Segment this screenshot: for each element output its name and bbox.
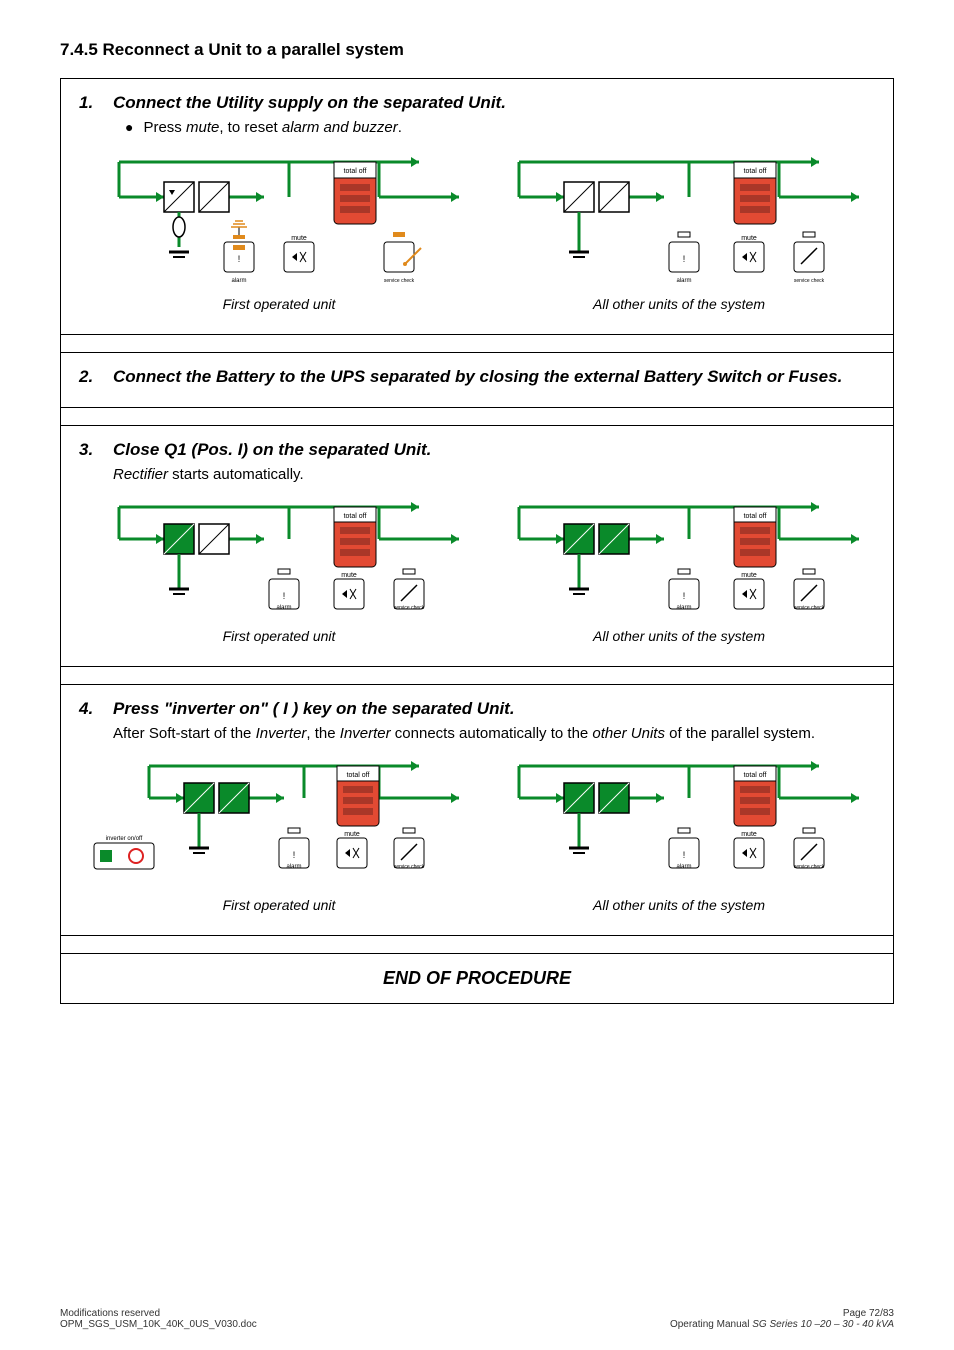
section-heading: 7.4.5 Reconnect a Unit to a parallel sys… [60, 40, 894, 60]
spacer-3 [61, 667, 893, 685]
step-1-caption-right: All other units of the system [593, 296, 765, 312]
step-1-diagram-right: ! alarm total off [489, 142, 869, 292]
svg-text:total off: total off [347, 772, 370, 779]
svg-text:service check: service check [794, 278, 825, 284]
step-4-caption-right: All other units of the system [593, 897, 765, 913]
step-4-title: Press "inverter on" ( I ) key on the sep… [113, 699, 875, 719]
svg-text:!: ! [683, 254, 686, 264]
svg-text:alarm: alarm [286, 864, 301, 870]
step-1-title: Connect the Utility supply on the separa… [113, 93, 875, 113]
svg-text:!: ! [238, 254, 241, 264]
svg-text:!: ! [283, 591, 286, 601]
step-4-inverter-2: Inverter [340, 725, 391, 742]
svg-text:service check: service check [384, 278, 415, 284]
svg-text:service check: service check [394, 864, 425, 870]
svg-text:mute: mute [741, 572, 757, 579]
step-3-caption-right: All other units of the system [593, 628, 765, 644]
svg-text:total off: total off [744, 513, 767, 520]
step-2-header: 2. Connect the Battery to the UPS separa… [61, 353, 893, 408]
step-3-diagram-right: ! alarm total off [489, 489, 869, 624]
step-4-inverter-1: Inverter [256, 725, 307, 742]
end-of-procedure: END OF PROCEDURE [61, 954, 893, 1003]
footer-left-1: Modifications reserved [60, 1308, 257, 1319]
step-4-sub: After Soft-start of the Inverter, the In… [113, 725, 875, 742]
footer-left-2: OPM_SGS_USM_10K_40K_0US_V030.doc [60, 1319, 257, 1330]
svg-text:service check: service check [794, 605, 825, 611]
step-3-diagram-left: ! alarm total off [89, 489, 469, 624]
step-1-bullet-pre: Press [143, 119, 186, 136]
step-3-sub-post: starts automatically. [168, 466, 304, 483]
bullet-icon: ● [125, 119, 133, 136]
step-2-title: Connect the Battery to the UPS separated… [113, 367, 875, 387]
step-3-title: Close Q1 (Pos. I) on the separated Unit. [113, 440, 875, 460]
step-3-rectifier: Rectifier [113, 466, 168, 483]
step-1-number: 1. [79, 93, 99, 136]
page-footer: Modifications reserved OPM_SGS_USM_10K_4… [60, 1308, 894, 1330]
step-1-diagram-left: ! alarm total off [89, 142, 469, 292]
svg-text:!: ! [293, 850, 296, 860]
svg-text:mute: mute [341, 572, 357, 579]
step-4-other-units: other Units [592, 725, 665, 742]
step-2-number: 2. [79, 367, 99, 393]
step-3-sub: Rectifier starts automatically. [113, 466, 875, 483]
svg-text:mute: mute [291, 235, 307, 242]
step-4-sub-mid1: , the [306, 725, 339, 742]
svg-text:mute: mute [741, 831, 757, 838]
step-1-bullet: ● Press mute, to reset alarm and buzzer. [125, 119, 875, 136]
step-4-sub-pre: After Soft-start of the [113, 725, 256, 742]
step-1-header: 1. Connect the Utility supply on the sep… [61, 79, 893, 335]
step-1-bullet-post: . [398, 119, 402, 136]
svg-text:alarm: alarm [676, 605, 691, 611]
step-3-caption-left: First operated unit [223, 628, 336, 644]
step-1-bullet-ab: alarm and buzzer [282, 119, 398, 136]
svg-text:alarm: alarm [276, 605, 291, 611]
footer-right-2: Operating Manual SG Series 10 –20 – 30 -… [670, 1319, 894, 1330]
svg-text:mute: mute [344, 831, 360, 838]
svg-text:total off: total off [744, 772, 767, 779]
step-1-bullet-mid: , to reset [219, 119, 282, 136]
svg-text:alarm: alarm [231, 278, 246, 284]
spacer-4 [61, 936, 893, 954]
svg-text:mute: mute [741, 235, 757, 242]
svg-text:alarm: alarm [676, 864, 691, 870]
svg-text:total off: total off [344, 513, 367, 520]
step-4-header: 4. Press "inverter on" ( I ) key on the … [61, 685, 893, 936]
step-3-number: 3. [79, 440, 99, 483]
svg-text:inverter on/off: inverter on/off [106, 836, 143, 842]
svg-text:service check: service check [794, 864, 825, 870]
step-4-sub-post: of the parallel system. [665, 725, 815, 742]
step-4-caption-left: First operated unit [223, 897, 336, 913]
svg-text:!: ! [683, 591, 686, 601]
step-3-header: 3. Close Q1 (Pos. I) on the separated Un… [61, 426, 893, 667]
step-1-caption-left: First operated unit [223, 296, 336, 312]
svg-text:total off: total off [344, 168, 367, 175]
spacer-2 [61, 408, 893, 426]
svg-text:!: ! [683, 850, 686, 860]
step-4-sub-mid2: connects automatically to the [391, 725, 593, 742]
step-4-number: 4. [79, 699, 99, 742]
footer-right-1: Page 72/83 [670, 1308, 894, 1319]
step-4-diagram-left: inverter on/off ! alarm [89, 748, 469, 893]
svg-text:service check: service check [394, 605, 425, 611]
procedure-box: 1. Connect the Utility supply on the sep… [60, 78, 894, 1004]
svg-text:alarm: alarm [676, 278, 691, 284]
svg-text:total off: total off [744, 168, 767, 175]
step-1-bullet-mute: mute [186, 119, 219, 136]
step-4-diagram-right: ! alarm total off [489, 748, 869, 893]
spacer-1 [61, 335, 893, 353]
